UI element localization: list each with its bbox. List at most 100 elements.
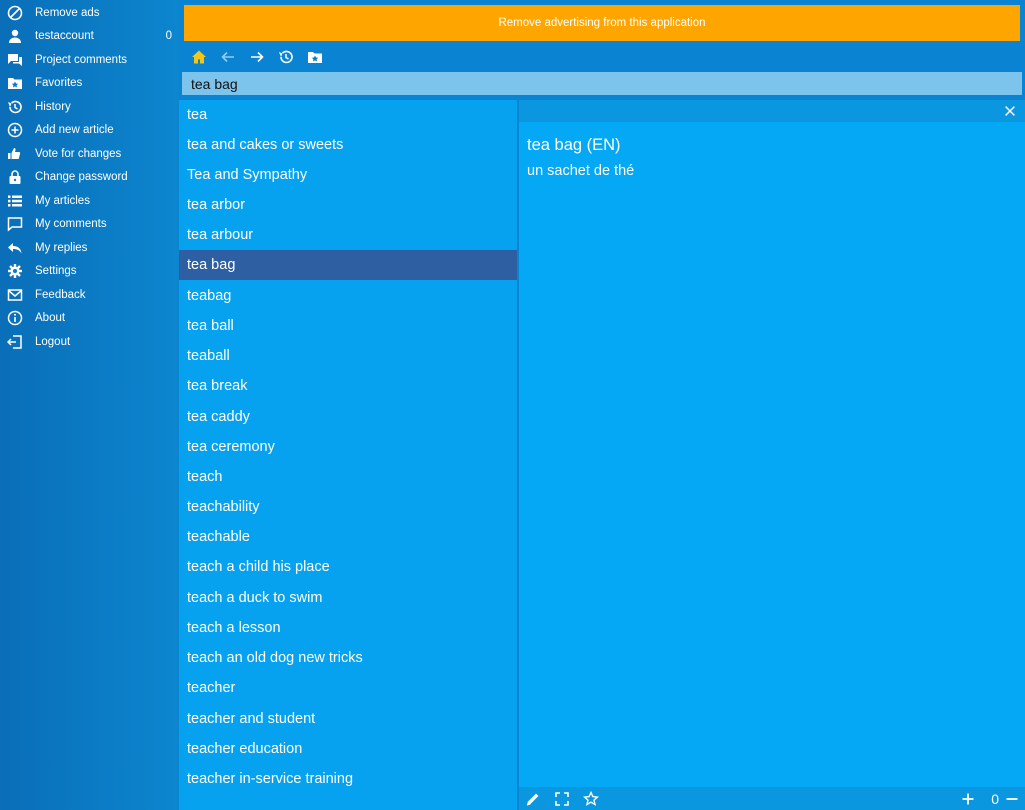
sidebar-item-add-article[interactable]: Add new article <box>0 118 179 141</box>
sidebar-item-my-comments[interactable]: My comments <box>0 212 179 235</box>
comments-icon <box>7 52 23 68</box>
reply-icon <box>7 240 23 256</box>
history-button[interactable] <box>271 46 300 68</box>
logout-icon <box>7 334 23 350</box>
zoom-out-button[interactable] <box>1003 790 1021 808</box>
list-item[interactable]: teach a child his place <box>179 552 517 582</box>
list-item[interactable]: teacher education <box>179 734 517 764</box>
add-circle-icon <box>7 122 23 138</box>
fullscreen-button[interactable] <box>553 790 571 808</box>
article-pane: tea bag (EN) un sachet de thé 0 <box>519 100 1025 810</box>
sidebar-item-label: Project comments <box>35 53 128 66</box>
sidebar-item-label: Change password <box>35 170 128 183</box>
account-count: 0 <box>165 29 172 42</box>
sidebar-item-label: History <box>35 100 71 113</box>
list-item[interactable]: tea <box>179 100 517 130</box>
sidebar-item-about[interactable]: About <box>0 306 179 329</box>
list-item[interactable]: teachability <box>179 492 517 522</box>
edit-button[interactable] <box>524 790 542 808</box>
block-icon <box>7 5 23 21</box>
sidebar-item-label: Add new article <box>35 123 114 136</box>
info-icon <box>7 310 23 326</box>
arrow-left-icon <box>220 51 234 63</box>
favorites-folder-icon <box>307 52 322 63</box>
article-header-bar <box>519 100 1025 122</box>
sidebar-item-history[interactable]: History <box>0 95 179 118</box>
sidebar-item-label: Remove ads <box>35 6 100 19</box>
thumbs-icon <box>7 146 23 162</box>
sidebar-item-label: About <box>35 311 66 324</box>
arrow-right-icon <box>250 51 264 63</box>
plus-icon <box>962 793 974 805</box>
person-icon <box>7 28 23 44</box>
list-item[interactable]: teacher and student <box>179 704 517 734</box>
sidebar-item-label: My comments <box>35 217 107 230</box>
nav-toolbar <box>184 46 329 68</box>
home-button[interactable] <box>184 46 213 68</box>
gear-icon <box>7 263 23 279</box>
sidebar-item-settings[interactable]: Settings <box>0 259 179 282</box>
list-item[interactable]: teach an old dog new tricks <box>179 643 517 673</box>
list-item[interactable]: teaball <box>179 341 517 371</box>
star-icon <box>583 791 599 806</box>
list-item[interactable]: teachable <box>179 522 517 552</box>
sidebar-item-change-password[interactable]: Change password <box>0 165 179 188</box>
article-title: tea bag (EN) <box>527 136 621 154</box>
sidebar-item-label: testaccount <box>35 29 94 42</box>
list-item[interactable]: teach a lesson <box>179 613 517 643</box>
article-toolbar: 0 <box>519 787 1025 810</box>
list-item[interactable]: tea and cakes or sweets <box>179 130 517 160</box>
list-icon <box>7 193 23 209</box>
back-button[interactable] <box>213 46 242 68</box>
sidebar-item-project-comments[interactable]: Project comments <box>0 48 179 71</box>
sidebar-item-logout[interactable]: Logout <box>0 330 179 353</box>
pencil-icon <box>526 793 539 806</box>
list-item[interactable]: teacher in-service training <box>179 764 517 794</box>
sidebar-item-label: My articles <box>35 194 90 207</box>
mail-icon <box>7 287 23 303</box>
list-item[interactable]: teabag <box>179 281 517 311</box>
article-translation: un sachet de thé <box>527 163 635 179</box>
search-input[interactable] <box>182 72 1022 95</box>
list-item[interactable]: tea ball <box>179 311 517 341</box>
history-icon <box>7 99 23 115</box>
favorites-folder-icon <box>7 75 23 91</box>
sidebar-item-label: Logout <box>35 335 71 348</box>
favorite-button[interactable] <box>582 790 600 808</box>
close-icon <box>1005 106 1015 116</box>
sidebar-item-account[interactable]: testaccount 0 <box>0 24 179 47</box>
list-item[interactable]: tea arbour <box>179 220 517 250</box>
sidebar-item-vote[interactable]: Vote for changes <box>0 142 179 165</box>
comment-icon <box>7 216 23 232</box>
zoom-level: 0 <box>991 791 999 807</box>
sidebar-item-my-articles[interactable]: My articles <box>0 189 179 212</box>
list-item-selected[interactable]: tea bag <box>179 250 517 280</box>
list-item[interactable]: tea break <box>179 371 517 401</box>
list-item[interactable]: Tea and Sympathy <box>179 160 517 190</box>
forward-button[interactable] <box>242 46 271 68</box>
word-list[interactable]: tea tea and cakes or sweets Tea and Symp… <box>179 100 517 810</box>
list-item[interactable]: tea caddy <box>179 402 517 432</box>
sidebar-item-label: Favorites <box>35 76 83 89</box>
close-article-button[interactable] <box>1001 102 1019 120</box>
fullscreen-icon <box>555 792 569 806</box>
list-item[interactable]: teacher <box>179 673 517 703</box>
favorites-button[interactable] <box>300 46 329 68</box>
sidebar-item-remove-ads[interactable]: Remove ads <box>0 1 179 24</box>
lock-icon <box>7 169 23 185</box>
sidebar-item-my-replies[interactable]: My replies <box>0 236 179 259</box>
list-item[interactable]: teach <box>179 462 517 492</box>
sidebar-item-feedback[interactable]: Feedback <box>0 283 179 306</box>
sidebar-item-label: Vote for changes <box>35 147 122 160</box>
sidebar: Remove ads testaccount 0 Project comment… <box>0 0 179 810</box>
sidebar-item-label: Settings <box>35 264 77 277</box>
list-item[interactable]: teach a duck to swim <box>179 583 517 613</box>
history-icon <box>278 50 293 64</box>
minus-icon <box>1006 798 1018 800</box>
sidebar-item-favorites[interactable]: Favorites <box>0 71 179 94</box>
zoom-in-button[interactable] <box>959 790 977 808</box>
list-item[interactable]: tea arbor <box>179 190 517 220</box>
list-item[interactable]: tea ceremony <box>179 432 517 462</box>
remove-ads-banner[interactable]: Remove advertising from this application <box>184 5 1020 41</box>
sidebar-item-label: Feedback <box>35 288 86 301</box>
